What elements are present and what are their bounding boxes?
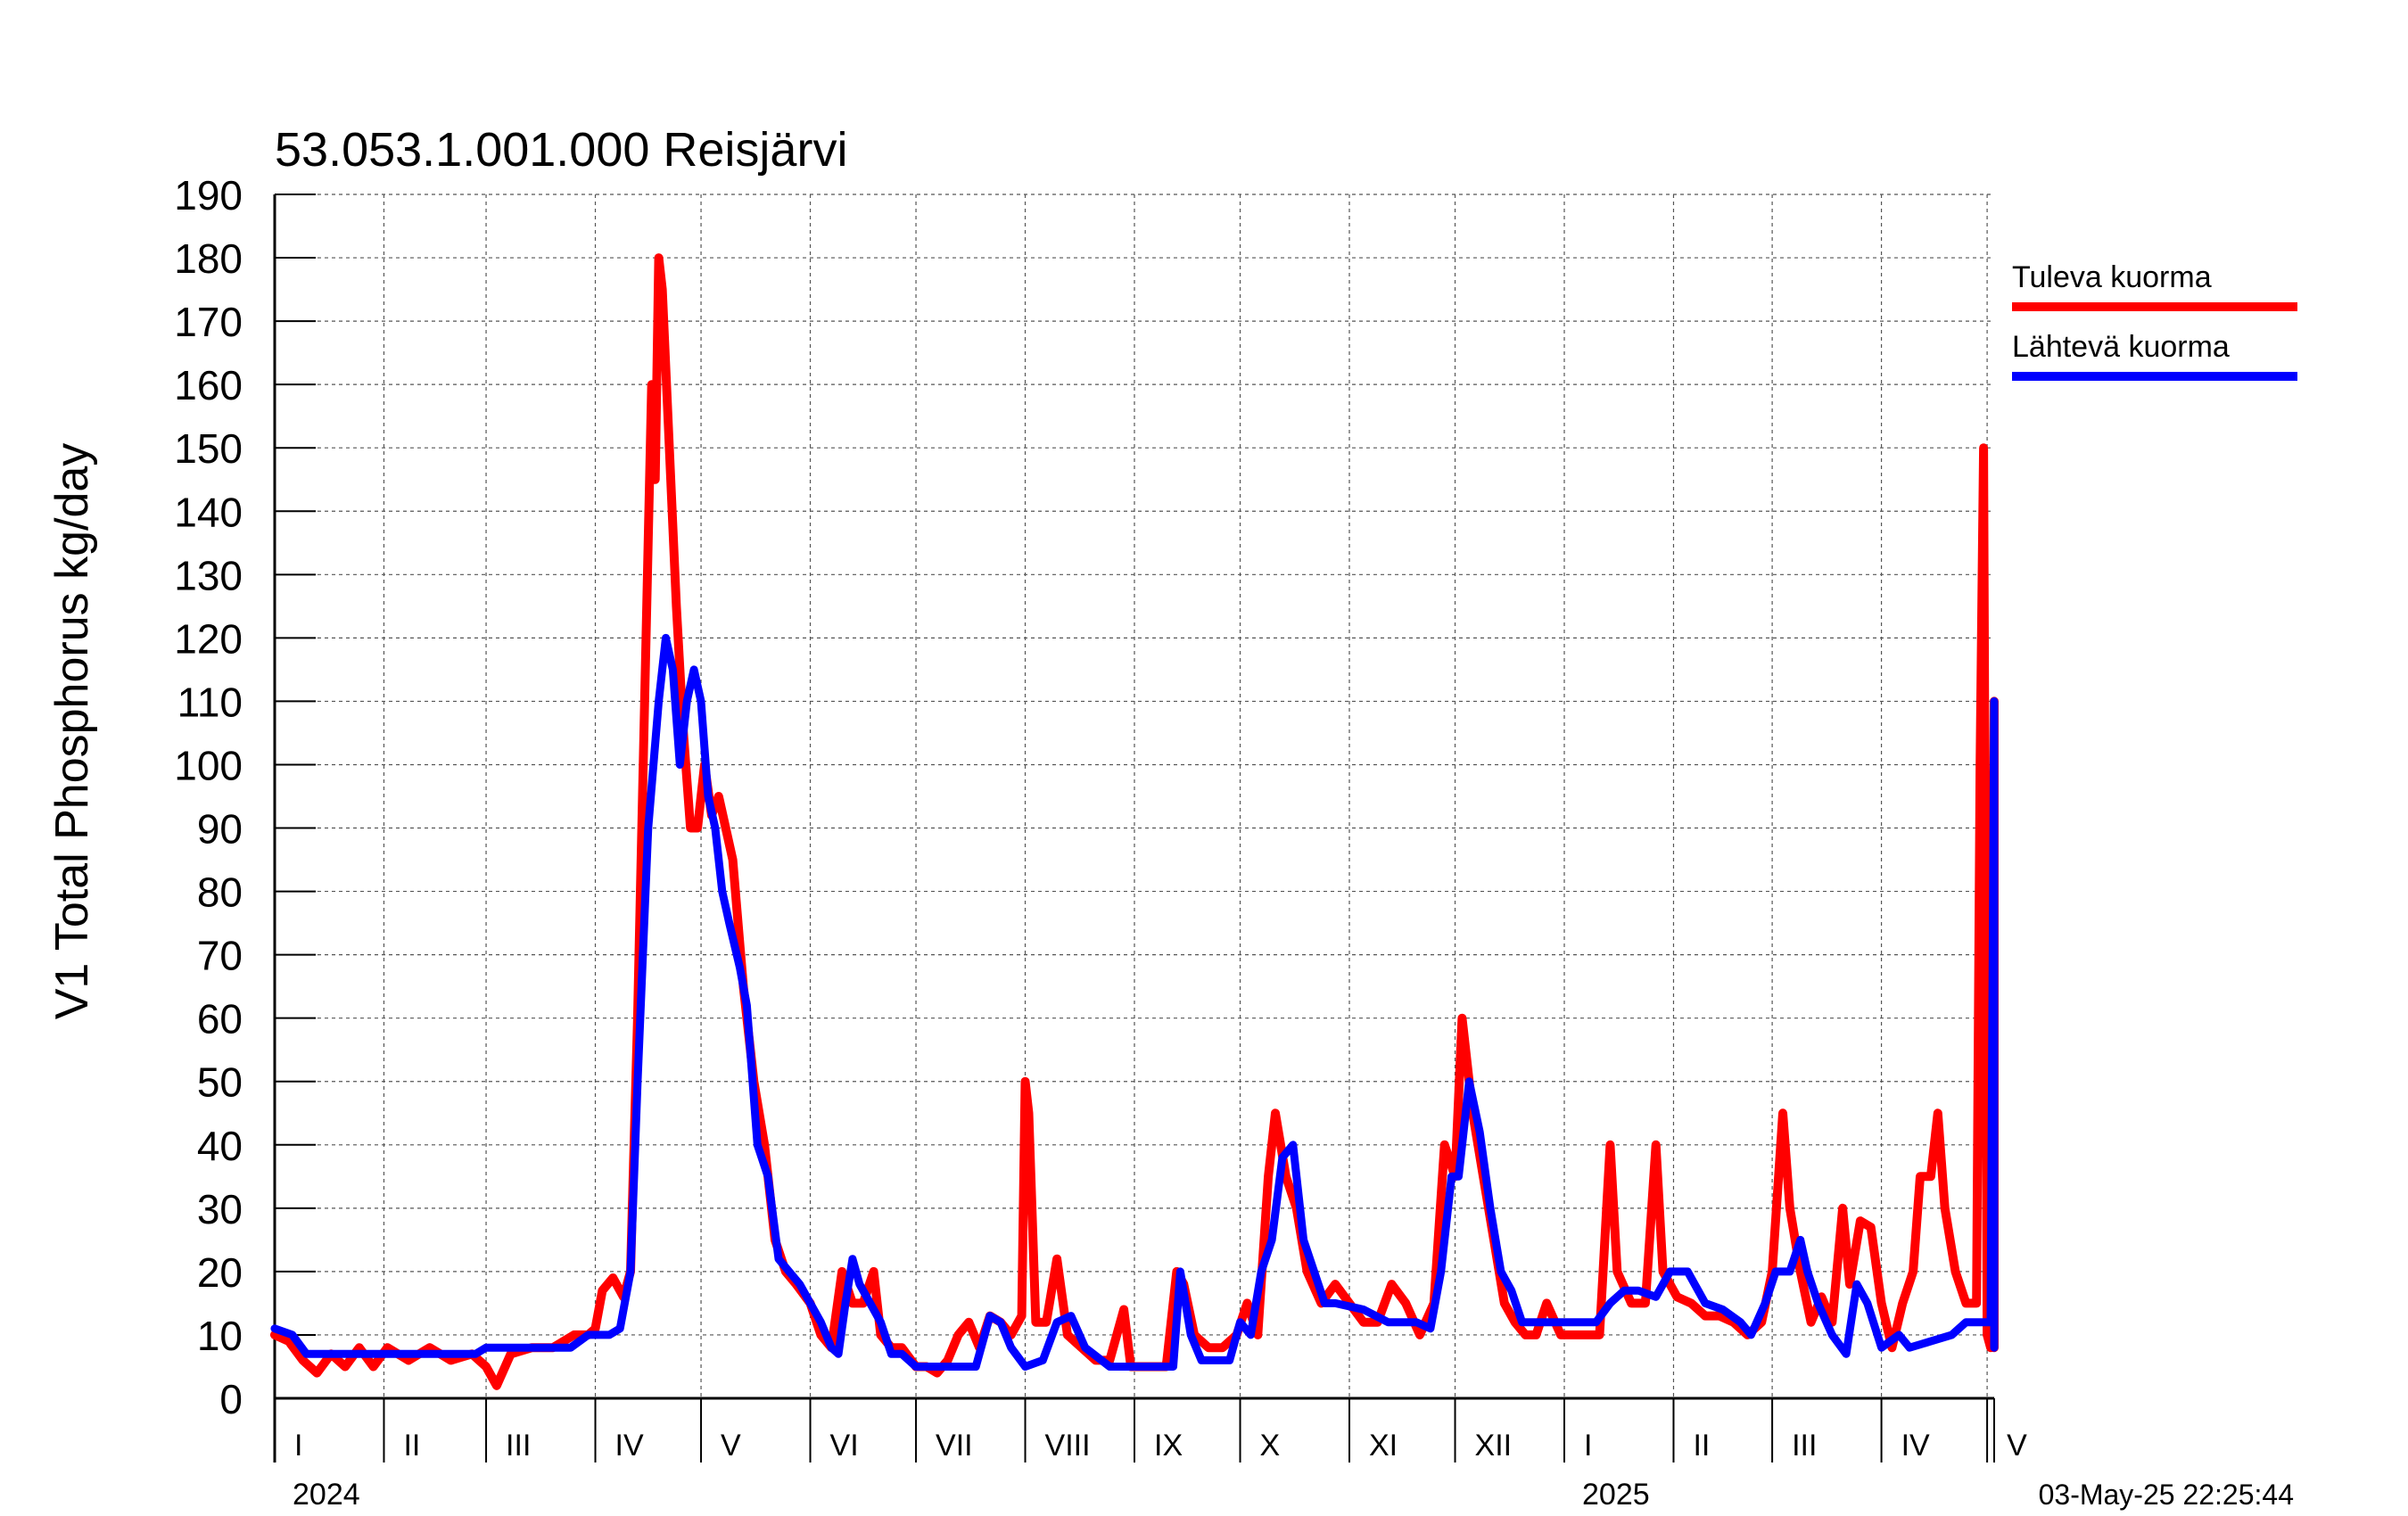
y-tick-label: 120: [174, 615, 243, 662]
y-tick-label: 30: [197, 1186, 243, 1232]
y-tick-label: 130: [174, 552, 243, 598]
y-tick-label: 190: [174, 172, 243, 218]
month-label: XI: [1369, 1429, 1398, 1462]
month-label: IV: [615, 1429, 644, 1462]
month-label: IV: [1901, 1429, 1930, 1462]
y-tick-label: 70: [197, 933, 243, 979]
month-label: VIII: [1045, 1429, 1091, 1462]
y-tick-label: 0: [219, 1376, 243, 1422]
legend-label: Tuleva kuorma: [2012, 260, 2212, 294]
y-tick-label: 90: [197, 806, 243, 853]
month-label: VII: [936, 1429, 973, 1462]
chart-title: 53.053.1.001.000 Reisjärvi: [275, 123, 847, 177]
month-label: V: [721, 1429, 741, 1462]
timestamp-label: 03-May-25 22:25:44: [2039, 1479, 2294, 1511]
month-label: I: [1584, 1429, 1592, 1462]
phosphorus-chart: 53.053.1.001.000 Reisjärvi V1 Total Phos…: [0, 0, 2408, 1516]
month-label: III: [1792, 1429, 1817, 1462]
month-label: VI: [830, 1429, 859, 1462]
y-tick-label: 40: [197, 1123, 243, 1169]
month-label: I: [294, 1429, 302, 1462]
y-tick-label: 180: [174, 235, 243, 282]
y-tick-label: 160: [174, 362, 243, 408]
y-tick-label: 110: [177, 679, 243, 725]
y-tick-label: 10: [197, 1313, 243, 1359]
y-tick-label: 150: [174, 425, 243, 472]
month-label: V: [2007, 1429, 2027, 1462]
year-label: 2025: [1582, 1478, 1650, 1512]
month-label: II: [403, 1429, 420, 1462]
y-tick-label: 50: [197, 1059, 243, 1106]
y-tick-label: 80: [197, 869, 243, 916]
chart-background: [0, 0, 2408, 1516]
month-label: XII: [1475, 1429, 1513, 1462]
month-label: III: [506, 1429, 531, 1462]
y-axis-label: V1 Total Phosphorus kg/day: [46, 443, 98, 1020]
y-tick-label: 20: [197, 1249, 243, 1296]
y-tick-label: 140: [174, 489, 243, 535]
month-label: X: [1260, 1429, 1281, 1462]
y-tick-label: 100: [174, 742, 243, 788]
year-label: 2024: [293, 1478, 360, 1512]
month-label: IX: [1154, 1429, 1183, 1462]
y-tick-label: 170: [174, 299, 243, 345]
y-tick-label: 60: [197, 996, 243, 1042]
legend-label: Lähtevä kuorma: [2012, 330, 2230, 364]
month-label: II: [1693, 1429, 1710, 1462]
